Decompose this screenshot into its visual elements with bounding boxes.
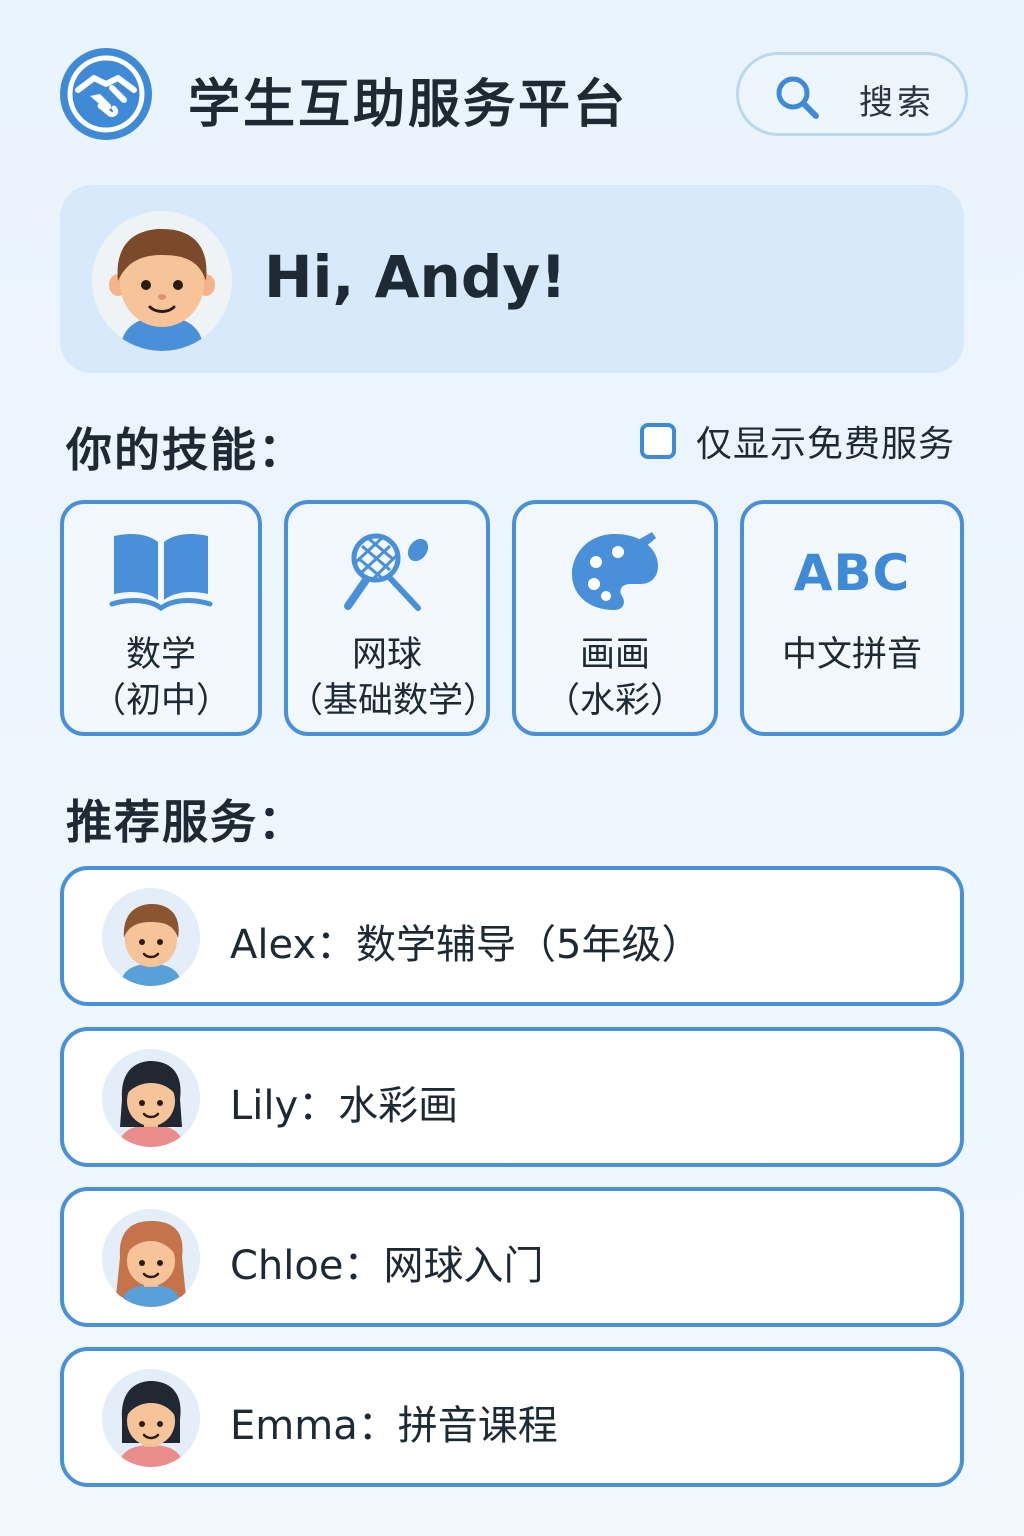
abc-icon: ABC xyxy=(794,528,910,618)
handshake-logo-icon xyxy=(60,48,152,140)
app-header: 学生互助服务平台 搜索 xyxy=(0,0,1024,180)
free-only-label: 仅显示免费服务 xyxy=(696,424,956,465)
skill-label-line2: （初中） xyxy=(90,681,231,721)
greeting-text: Hi, Andy! xyxy=(264,243,567,311)
racket-icon xyxy=(332,528,442,618)
search-button[interactable]: 搜索 xyxy=(736,52,968,136)
skill-label-line1: 中文拼音 xyxy=(781,635,922,675)
skill-label-line1: 网球 xyxy=(351,635,422,675)
recommended-item-alex[interactable]: Alex：数学辅导（5年级） xyxy=(60,866,964,1006)
recommended-item-text: Lily：水彩画 xyxy=(230,1083,459,1129)
free-only-checkbox[interactable] xyxy=(640,423,676,459)
recommended-item-lily[interactable]: Lily：水彩画 xyxy=(60,1027,964,1167)
palette-icon xyxy=(560,528,670,618)
avatar xyxy=(102,1369,200,1467)
user-avatar[interactable] xyxy=(92,211,232,351)
recommended-section-title: 推荐服务： xyxy=(66,795,306,849)
recommended-item-text: Emma：拼音课程 xyxy=(230,1403,558,1449)
skill-card-pinyin[interactable]: ABC 中文拼音 xyxy=(740,500,964,736)
search-icon xyxy=(776,76,819,119)
avatar xyxy=(102,888,200,986)
recommended-item-text: Alex：数学辅导（5年级） xyxy=(230,922,702,968)
skill-label-line2: （基础数学） xyxy=(288,681,499,721)
skill-card-math[interactable]: 数学 （初中） xyxy=(60,500,262,736)
abc-icon-text: ABC xyxy=(793,544,911,602)
skill-label-line1: 数学 xyxy=(125,635,196,675)
skill-label-line2: （水彩） xyxy=(544,681,685,721)
avatar xyxy=(102,1049,200,1147)
recommended-item-text: Chloe：网球入门 xyxy=(230,1243,544,1289)
recommended-item-chloe[interactable]: Chloe：网球入门 xyxy=(60,1187,964,1327)
recommended-item-emma[interactable]: Emma：拼音课程 xyxy=(60,1347,964,1487)
skills-section-title: 你的技能： xyxy=(66,423,306,477)
skill-card-tennis[interactable]: 网球 （基础数学） xyxy=(284,500,499,736)
free-only-toggle[interactable]: 仅显示免费服务 xyxy=(640,418,956,465)
skill-label-line1: 画画 xyxy=(579,635,650,675)
search-label: 搜索 xyxy=(859,83,935,123)
skill-card-painting[interactable]: 画画 （水彩） xyxy=(512,500,718,736)
greeting-card: Hi, Andy! xyxy=(60,185,964,373)
app-title: 学生互助服务平台 xyxy=(188,75,629,135)
avatar xyxy=(102,1209,200,1307)
book-icon xyxy=(106,528,216,618)
